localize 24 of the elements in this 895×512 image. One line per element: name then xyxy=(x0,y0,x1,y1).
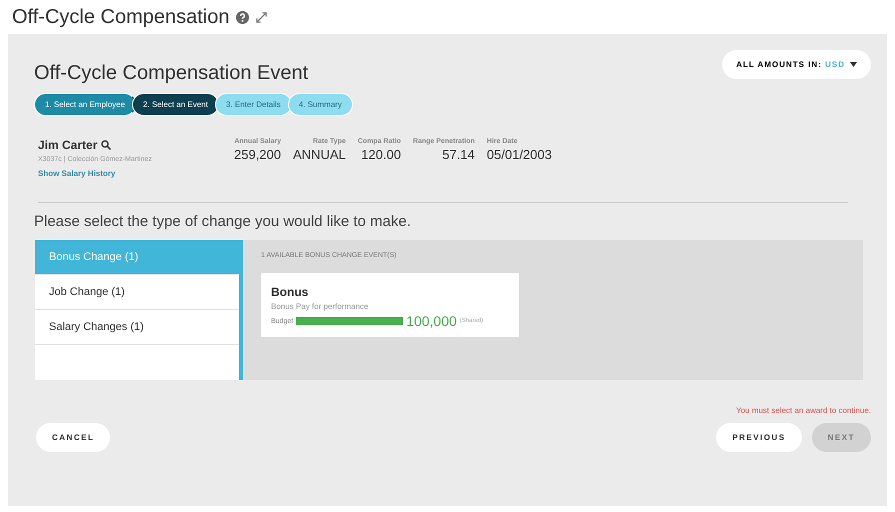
card-title: Bonus xyxy=(271,285,310,299)
card-description: Bonus Pay for performance xyxy=(271,302,370,311)
cancel-button[interactable]: CANCEL xyxy=(36,423,110,452)
expand-icon[interactable] xyxy=(254,10,268,24)
step-tab[interactable]: 1. Select an Employee xyxy=(34,93,136,116)
help-icon[interactable] xyxy=(236,10,248,24)
error-message: You must select an award to continue. xyxy=(735,406,871,415)
stat-value: 57.14 xyxy=(442,147,475,162)
page-title: Off-Cycle Compensation xyxy=(12,6,230,28)
stat-value: 05/01/2003 xyxy=(486,147,552,162)
search-icon[interactable] xyxy=(101,140,112,150)
step-tab[interactable]: 3. Enter Details xyxy=(214,93,292,116)
employee-name: Jim Carter xyxy=(38,138,98,152)
budget-amount: 100,000 xyxy=(406,313,457,329)
stat-value: 120.00 xyxy=(361,147,401,162)
stat-value: ANNUAL xyxy=(293,147,346,162)
currency-dropdown[interactable]: ALL AMOUNTS IN: USD xyxy=(722,50,871,79)
previous-button[interactable]: PREVIOUS xyxy=(716,423,802,452)
step-tab[interactable]: 4. Summary xyxy=(288,93,353,116)
event-title: Off-Cycle Compensation Event xyxy=(34,62,310,85)
step-tab[interactable]: 2. Select an Event xyxy=(132,93,219,116)
stat-value: 259,200 xyxy=(234,147,281,162)
instruction-text: Please select the type of change you would like to make. xyxy=(34,213,412,230)
caret-icon xyxy=(850,62,857,67)
